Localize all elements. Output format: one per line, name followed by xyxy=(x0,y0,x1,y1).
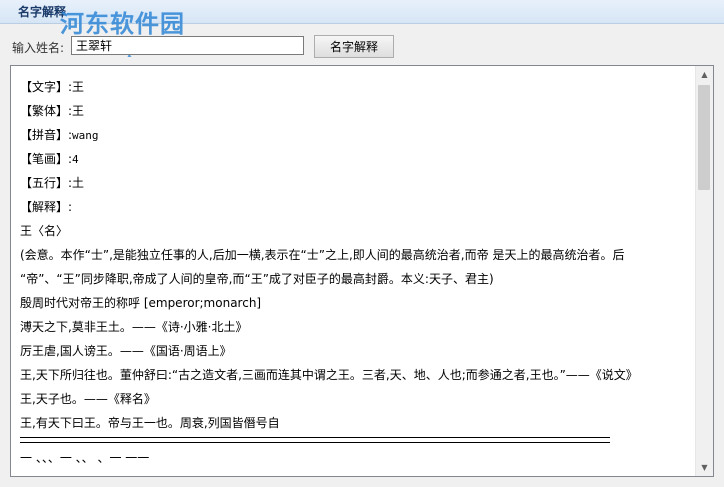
field-row-traditional: 【繁体】:王 xyxy=(20,104,85,118)
explain-button[interactable]: 名字解释 xyxy=(314,35,394,58)
field-row-five-elements: 【五行】:土 xyxy=(20,176,85,190)
explanation-line: 殷周时代对帝王的称呼 [emperor;monarch] xyxy=(20,296,262,310)
window-title: 名字解释 xyxy=(18,5,67,19)
field-row-strokes: 【笔画】:4 xyxy=(20,152,79,166)
title-bar: 名字解释 xyxy=(0,0,724,24)
explanation-line: (会意。本作“士”,是能独立任事的人,后加一横,表示在“士”之上,即人间的最高统… xyxy=(20,248,625,262)
partial-line: 一 、、、一 、、 、一 一一 xyxy=(20,451,150,463)
explanation-line: 王,天下所归往也。董仲舒曰:“古之造文者,三画而连其中谓之王。三者,天、地、人也… xyxy=(20,368,638,382)
scroll-thumb[interactable] xyxy=(698,85,710,190)
explanation-line: 溥天之下,莫非王土。——《诗·小雅·北土》 xyxy=(20,320,248,334)
explanation-line: 厉王虐,国人谤王。——《国语·周语上》 xyxy=(20,344,232,358)
explanation-line: 王,天子也。——《释名》 xyxy=(20,392,156,406)
result-textarea[interactable]: 【文字】:王 【繁体】:王 【拼音】:wang 【笔画】:4 【五行】:土 【解… xyxy=(10,65,714,477)
name-input-label: 输入姓名: xyxy=(12,41,65,55)
vertical-scrollbar[interactable]: ▲ ▼ xyxy=(695,66,713,476)
scroll-down-icon[interactable]: ▼ xyxy=(696,459,713,476)
explanation-line: 王,有天下曰王。帝与王一也。周衰,列国皆僭号自 xyxy=(20,416,280,430)
name-input[interactable] xyxy=(71,36,304,55)
scroll-up-icon[interactable]: ▲ xyxy=(696,66,713,83)
field-row-explanation: 【解释】: xyxy=(20,200,73,214)
field-row-text: 【文字】:王 xyxy=(20,80,85,94)
explanation-line: “帝”、“王”同步降职,帝成了人间的皇帝,而“王”成了对臣子的最高封爵。本义:天… xyxy=(20,272,494,286)
explanation-line: 王〈名〉 xyxy=(20,224,69,238)
field-row-pinyin: 【拼音】:wang xyxy=(20,128,99,142)
result-content: 【文字】:王 【繁体】:王 【拼音】:wang 【笔画】:4 【五行】:土 【解… xyxy=(20,75,700,463)
